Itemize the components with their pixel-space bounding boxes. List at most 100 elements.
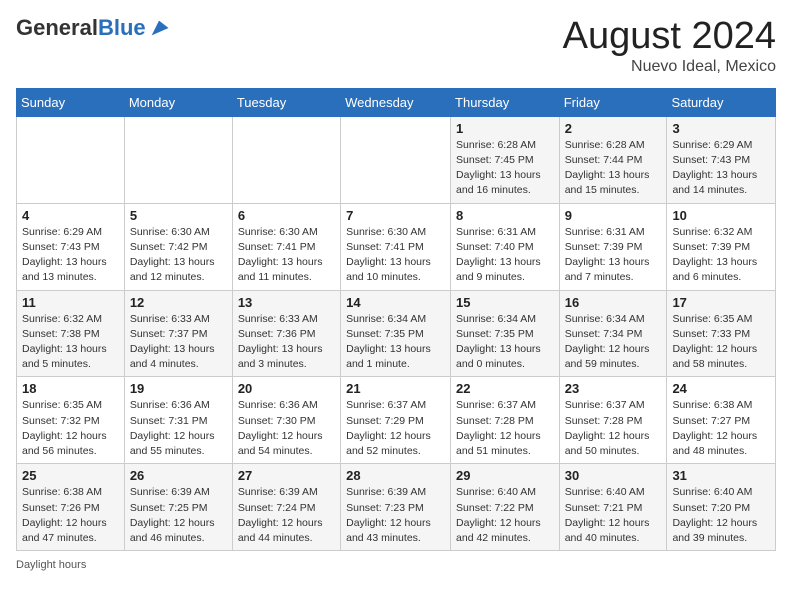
weekday-header-friday: Friday [559, 88, 667, 116]
day-number: 29 [456, 468, 554, 483]
day-info: Sunrise: 6:31 AM Sunset: 7:40 PM Dayligh… [456, 225, 554, 286]
day-info: Sunrise: 6:40 AM Sunset: 7:20 PM Dayligh… [672, 485, 770, 546]
day-cell: 30 Sunrise: 6:40 AM Sunset: 7:21 PM Dayli… [559, 464, 667, 551]
day-cell: 16Sunrise: 6:34 AM Sunset: 7:34 PM Dayli… [559, 290, 667, 377]
title-block: August 2024 Nuevo Ideal, Mexico [563, 16, 776, 76]
day-number: 7 [346, 208, 445, 223]
day-cell: 26 Sunrise: 6:39 AM Sunset: 7:25 PM Dayli… [124, 464, 232, 551]
location: Nuevo Ideal, Mexico [563, 58, 776, 76]
day-cell: 6Sunrise: 6:30 AM Sunset: 7:41 PM Daylig… [232, 203, 340, 290]
day-number: 5 [130, 208, 227, 223]
day-info: Sunrise: 6:39 AM Sunset: 7:23 PM Dayligh… [346, 485, 445, 546]
calendar-table: SundayMondayTuesdayWednesdayThursdayFrid… [16, 88, 776, 551]
logo: GeneralBlue [16, 16, 170, 40]
week-row-2: 4 Sunrise: 6:29 AM Sunset: 7:43 PM Daylig… [17, 203, 776, 290]
day-info: Sunrise: 6:30 AM Sunset: 7:42 PM Dayligh… [130, 225, 227, 286]
week-row-5: 25 Sunrise: 6:38 AM Sunset: 7:26 PM Dayli… [17, 464, 776, 551]
day-cell: 25 Sunrise: 6:38 AM Sunset: 7:26 PM Dayli… [17, 464, 125, 551]
day-number: 4 [22, 208, 119, 223]
logo-blue: Blue [98, 15, 146, 40]
day-cell: 9Sunrise: 6:31 AM Sunset: 7:39 PM Daylig… [559, 203, 667, 290]
day-cell: 24Sunrise: 6:38 AM Sunset: 7:27 PM Dayli… [667, 377, 776, 464]
day-number: 18 [22, 381, 119, 396]
day-cell: 8 Sunrise: 6:31 AM Sunset: 7:40 PM Daylig… [451, 203, 560, 290]
day-cell [341, 116, 451, 203]
day-number: 2 [565, 121, 662, 136]
day-number: 6 [238, 208, 335, 223]
day-info: Sunrise: 6:31 AM Sunset: 7:39 PM Dayligh… [565, 225, 662, 286]
day-number: 26 [130, 468, 227, 483]
daylight-label: Daylight hours [16, 559, 86, 571]
footer: Daylight hours [16, 559, 776, 571]
day-number: 21 [346, 381, 445, 396]
logo-general: General [16, 15, 98, 40]
day-cell: 12 Sunrise: 6:33 AM Sunset: 7:37 PM Dayli… [124, 290, 232, 377]
day-cell: 5 Sunrise: 6:30 AM Sunset: 7:42 PM Daylig… [124, 203, 232, 290]
day-number: 25 [22, 468, 119, 483]
day-info: Sunrise: 6:34 AM Sunset: 7:35 PM Dayligh… [456, 312, 554, 373]
day-number: 8 [456, 208, 554, 223]
day-cell: 21 Sunrise: 6:37 AM Sunset: 7:29 PM Dayli… [341, 377, 451, 464]
day-info: Sunrise: 6:30 AM Sunset: 7:41 PM Dayligh… [346, 225, 445, 286]
day-cell: 20 Sunrise: 6:36 AM Sunset: 7:30 PM Dayli… [232, 377, 340, 464]
day-cell: 1Sunrise: 6:28 AM Sunset: 7:45 PM Daylig… [451, 116, 560, 203]
day-info: Sunrise: 6:29 AM Sunset: 7:43 PM Dayligh… [672, 138, 770, 199]
day-number: 14 [346, 295, 445, 310]
day-info: Sunrise: 6:38 AM Sunset: 7:26 PM Dayligh… [22, 485, 119, 546]
day-number: 28 [346, 468, 445, 483]
day-info: Sunrise: 6:37 AM Sunset: 7:28 PM Dayligh… [565, 398, 662, 459]
day-number: 13 [238, 295, 335, 310]
page-header: GeneralBlue August 2024 Nuevo Ideal, Mex… [16, 16, 776, 76]
day-number: 11 [22, 295, 119, 310]
day-cell [232, 116, 340, 203]
day-cell: 13 Sunrise: 6:33 AM Sunset: 7:36 PM Dayli… [232, 290, 340, 377]
day-cell: 10Sunrise: 6:32 AM Sunset: 7:39 PM Dayli… [667, 203, 776, 290]
day-number: 20 [238, 381, 335, 396]
day-cell [17, 116, 125, 203]
day-cell: 17Sunrise: 6:35 AM Sunset: 7:33 PM Dayli… [667, 290, 776, 377]
day-info: Sunrise: 6:33 AM Sunset: 7:36 PM Dayligh… [238, 312, 335, 373]
day-cell: 27Sunrise: 6:39 AM Sunset: 7:24 PM Dayli… [232, 464, 340, 551]
day-info: Sunrise: 6:35 AM Sunset: 7:32 PM Dayligh… [22, 398, 119, 459]
day-info: Sunrise: 6:37 AM Sunset: 7:29 PM Dayligh… [346, 398, 445, 459]
day-info: Sunrise: 6:34 AM Sunset: 7:35 PM Dayligh… [346, 312, 445, 373]
day-info: Sunrise: 6:28 AM Sunset: 7:44 PM Dayligh… [565, 138, 662, 199]
logo-icon [148, 17, 170, 39]
day-number: 30 [565, 468, 662, 483]
day-info: Sunrise: 6:32 AM Sunset: 7:39 PM Dayligh… [672, 225, 770, 286]
day-info: Sunrise: 6:33 AM Sunset: 7:37 PM Dayligh… [130, 312, 227, 373]
day-number: 3 [672, 121, 770, 136]
weekday-header-saturday: Saturday [667, 88, 776, 116]
day-cell: 14 Sunrise: 6:34 AM Sunset: 7:35 PM Dayli… [341, 290, 451, 377]
day-info: Sunrise: 6:40 AM Sunset: 7:21 PM Dayligh… [565, 485, 662, 546]
day-cell: 3 Sunrise: 6:29 AM Sunset: 7:43 PM Daylig… [667, 116, 776, 203]
day-number: 16 [565, 295, 662, 310]
weekday-header-monday: Monday [124, 88, 232, 116]
day-info: Sunrise: 6:29 AM Sunset: 7:43 PM Dayligh… [22, 225, 119, 286]
weekday-header-row: SundayMondayTuesdayWednesdayThursdayFrid… [17, 88, 776, 116]
day-number: 15 [456, 295, 554, 310]
weekday-header-sunday: Sunday [17, 88, 125, 116]
day-cell: 11 Sunrise: 6:32 AM Sunset: 7:38 PM Dayli… [17, 290, 125, 377]
day-info: Sunrise: 6:36 AM Sunset: 7:31 PM Dayligh… [130, 398, 227, 459]
day-info: Sunrise: 6:28 AM Sunset: 7:45 PM Dayligh… [456, 138, 554, 199]
day-number: 23 [565, 381, 662, 396]
day-cell: 15 Sunrise: 6:34 AM Sunset: 7:35 PM Dayli… [451, 290, 560, 377]
day-cell: 4 Sunrise: 6:29 AM Sunset: 7:43 PM Daylig… [17, 203, 125, 290]
calendar-header: SundayMondayTuesdayWednesdayThursdayFrid… [17, 88, 776, 116]
day-number: 19 [130, 381, 227, 396]
day-cell: 31Sunrise: 6:40 AM Sunset: 7:20 PM Dayli… [667, 464, 776, 551]
calendar-body: 1Sunrise: 6:28 AM Sunset: 7:45 PM Daylig… [17, 116, 776, 550]
day-info: Sunrise: 6:32 AM Sunset: 7:38 PM Dayligh… [22, 312, 119, 373]
day-cell: 23 Sunrise: 6:37 AM Sunset: 7:28 PM Dayli… [559, 377, 667, 464]
weekday-header-tuesday: Tuesday [232, 88, 340, 116]
day-number: 12 [130, 295, 227, 310]
weekday-header-thursday: Thursday [451, 88, 560, 116]
day-info: Sunrise: 6:38 AM Sunset: 7:27 PM Dayligh… [672, 398, 770, 459]
week-row-4: 18 Sunrise: 6:35 AM Sunset: 7:32 PM Dayli… [17, 377, 776, 464]
day-info: Sunrise: 6:35 AM Sunset: 7:33 PM Dayligh… [672, 312, 770, 373]
day-info: Sunrise: 6:36 AM Sunset: 7:30 PM Dayligh… [238, 398, 335, 459]
day-info: Sunrise: 6:37 AM Sunset: 7:28 PM Dayligh… [456, 398, 554, 459]
day-info: Sunrise: 6:39 AM Sunset: 7:25 PM Dayligh… [130, 485, 227, 546]
day-number: 27 [238, 468, 335, 483]
